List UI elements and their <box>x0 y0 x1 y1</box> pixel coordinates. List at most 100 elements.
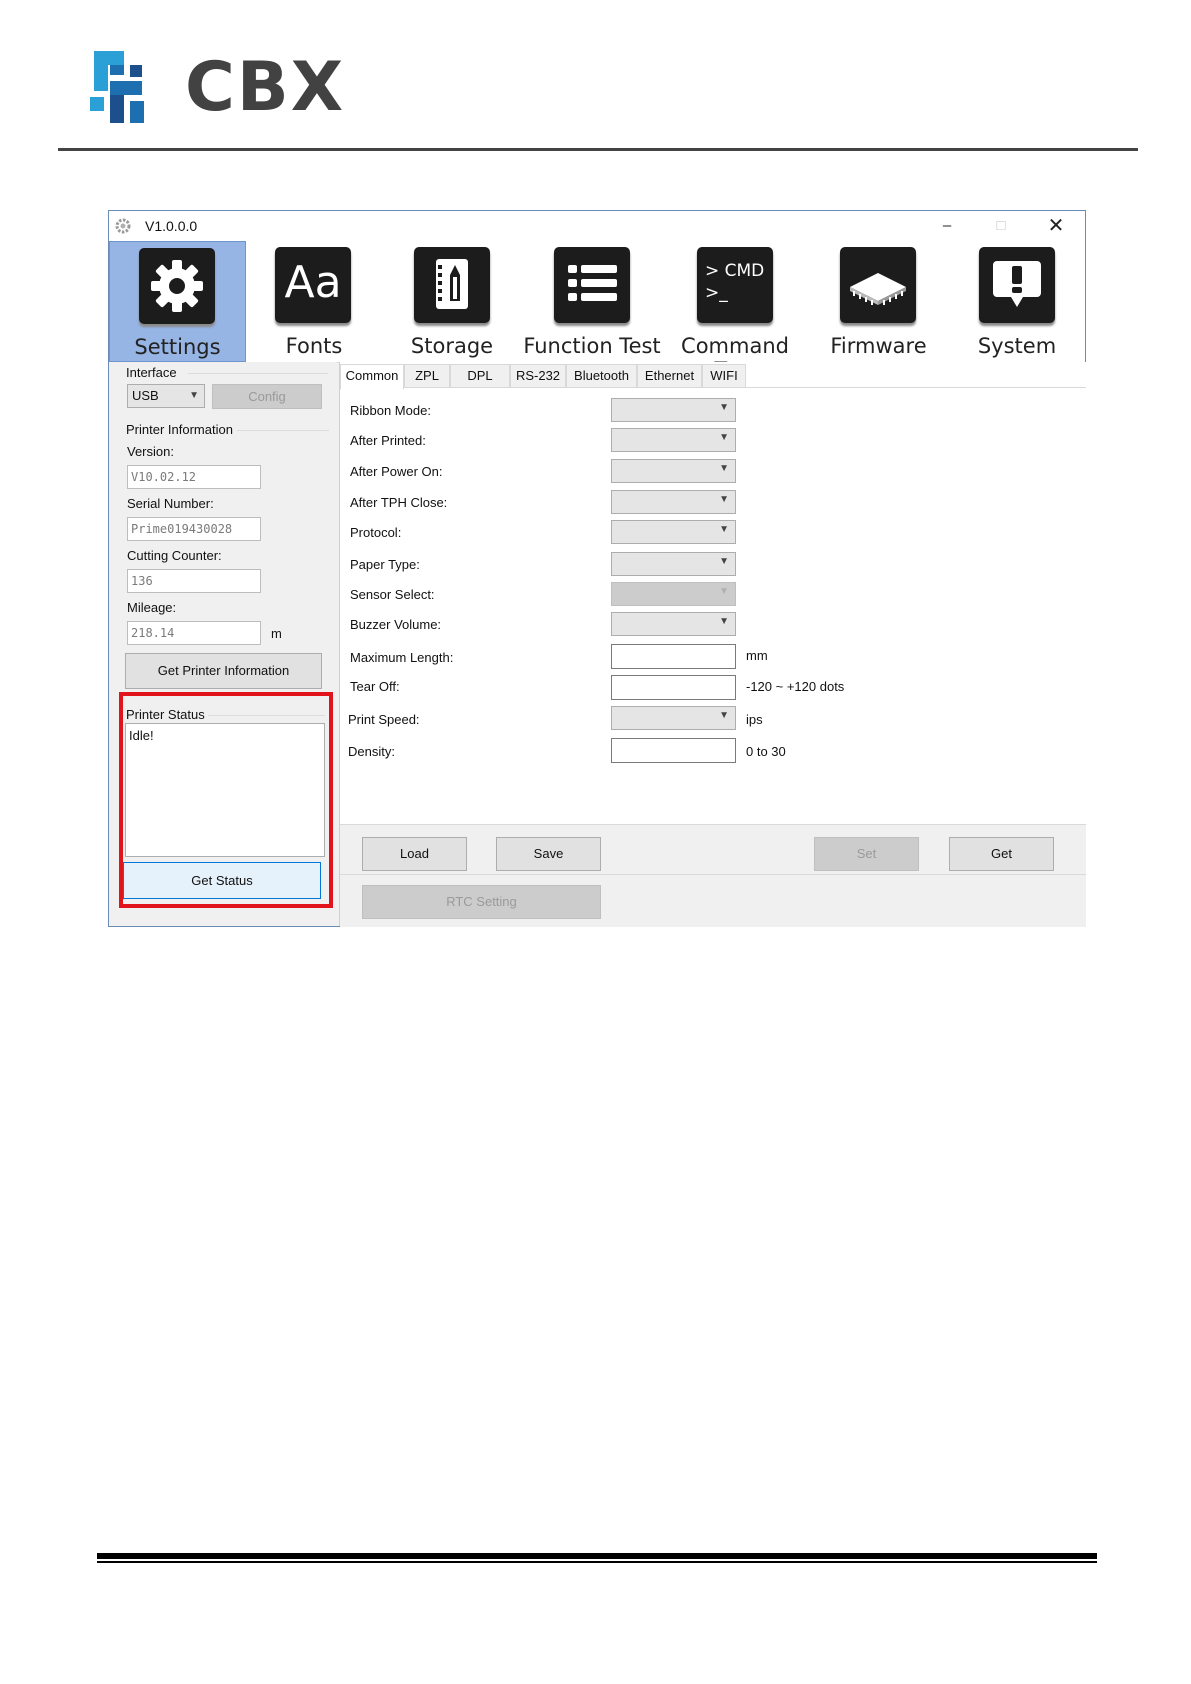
mileage-unit: m <box>271 626 282 641</box>
list-icon <box>554 247 630 323</box>
footer-rule-thin <box>97 1561 1097 1563</box>
density-label: Density: <box>348 744 395 759</box>
density-input[interactable] <box>611 738 736 763</box>
chevron-down-icon: ▼ <box>719 586 729 597</box>
maximize-button[interactable]: □ <box>978 211 1024 241</box>
load-button[interactable]: Load <box>362 837 467 871</box>
print-speed-select[interactable]: ▼ <box>611 706 736 730</box>
toolbar-system-label: System <box>977 334 1057 358</box>
chevron-down-icon: ▼ <box>719 556 729 567</box>
tab-wifi[interactable]: WIFI <box>702 364 746 388</box>
font-glyph: Aa <box>284 257 342 308</box>
version-field[interactable]: V10.02.12 <box>127 465 261 489</box>
config-button[interactable]: Config <box>212 384 322 409</box>
print-speed-label: Print Speed: <box>348 712 420 727</box>
title-bar: V1.0.0.0 – □ ✕ <box>109 211 1085 241</box>
interface-select[interactable]: USB ▼ <box>127 384 205 408</box>
toolbar-firmware[interactable]: Firmware <box>808 241 949 362</box>
serial-number-label: Serial Number: <box>127 496 214 511</box>
get-button[interactable]: Get <box>949 837 1054 871</box>
cmd-glyph-line2: >_ <box>705 283 728 303</box>
toolbar-settings-label: Settings <box>134 335 221 359</box>
tab-bluetooth[interactable]: Bluetooth <box>566 364 637 388</box>
alert-icon <box>979 247 1055 323</box>
after-printed-label: After Printed: <box>350 433 426 448</box>
tear-off-input[interactable] <box>611 675 736 700</box>
chevron-down-icon: ▼ <box>719 432 729 443</box>
ribbon-mode-select[interactable]: ▼ <box>611 398 736 422</box>
toolbar-fonts[interactable]: Aa Fonts <box>246 241 382 362</box>
storage-icon <box>414 247 490 323</box>
protocol-select[interactable]: ▼ <box>611 520 736 544</box>
protocol-label: Protocol: <box>350 525 402 540</box>
gear-icon <box>139 248 215 324</box>
save-button[interactable]: Save <box>496 837 601 871</box>
tab-zpl[interactable]: ZPL <box>404 364 450 388</box>
toolbar-settings[interactable]: Settings <box>109 241 246 362</box>
after-tph-close-select[interactable]: ▼ <box>611 490 736 514</box>
mileage-field[interactable]: 218.14 <box>127 621 261 645</box>
app-window: V1.0.0.0 – □ ✕ Settings Aa Fonts Storage… <box>108 210 1086 927</box>
toolbar-command-test[interactable]: > CMD >_ Command Test <box>662 241 808 382</box>
toolbar-function-test-label: Function Test <box>523 334 661 358</box>
tab-ethernet[interactable]: Ethernet <box>637 364 702 388</box>
interface-group-line <box>188 373 328 374</box>
printer-info-group-line <box>237 430 329 431</box>
buzzer-volume-select[interactable]: ▼ <box>611 612 736 636</box>
toolbar-storage-label: Storage <box>410 334 494 358</box>
serial-number-field[interactable]: Prime019430028 <box>127 517 261 541</box>
after-printed-select[interactable]: ▼ <box>611 428 736 452</box>
header-rule <box>58 148 1138 151</box>
brand-name: CBX <box>185 48 346 127</box>
toolbar-storage[interactable]: Storage <box>382 241 522 362</box>
sensor-select-dropdown[interactable]: ▼ <box>611 582 736 606</box>
maximum-length-input[interactable] <box>611 644 736 669</box>
set-button[interactable]: Set <box>814 837 919 871</box>
font-icon: Aa <box>275 247 351 323</box>
buzzer-volume-label: Buzzer Volume: <box>350 617 442 632</box>
tab-common[interactable]: Common <box>340 364 404 390</box>
chevron-down-icon: ▼ <box>719 710 729 721</box>
paper-type-select[interactable]: ▼ <box>611 552 736 576</box>
maximum-length-label: Maximum Length: <box>350 650 454 665</box>
after-power-on-select[interactable]: ▼ <box>611 459 736 483</box>
left-panel: Interface USB ▼ Config Printer Informati… <box>109 362 337 926</box>
toolbar-function-test[interactable]: Function Test <box>522 241 662 362</box>
settings-panel: Common ZPL DPL RS-232 Bluetooth Ethernet… <box>339 362 1086 927</box>
chevron-down-icon: ▼ <box>719 524 729 535</box>
toolbar-fonts-label: Fonts <box>285 334 343 358</box>
maximum-length-unit: mm <box>746 648 768 663</box>
cutting-counter-label: Cutting Counter: <box>127 548 222 563</box>
main-toolbar: Settings Aa Fonts Storage Function Test … <box>109 241 1085 382</box>
printer-info-label: Printer Information <box>126 422 233 437</box>
interface-select-value: USB <box>132 388 159 403</box>
window-title: V1.0.0.0 <box>145 218 198 234</box>
minimize-button[interactable]: – <box>924 211 970 241</box>
density-range: 0 to 30 <box>746 744 786 759</box>
chevron-down-icon: ▼ <box>719 463 729 474</box>
tab-rs232[interactable]: RS-232 <box>510 364 566 388</box>
chevron-down-icon: ▼ <box>719 402 729 413</box>
chevron-down-icon: ▼ <box>189 390 199 401</box>
tab-bar-line <box>404 387 1086 388</box>
after-power-on-label: After Power On: <box>350 464 443 479</box>
tear-off-label: Tear Off: <box>350 679 400 694</box>
paper-type-label: Paper Type: <box>350 557 420 572</box>
cmd-glyph-line1: > CMD <box>705 261 765 281</box>
highlight-box <box>119 692 333 908</box>
after-tph-close-label: After TPH Close: <box>350 495 448 510</box>
print-speed-unit: ips <box>746 712 763 727</box>
chevron-down-icon: ▼ <box>719 494 729 505</box>
toolbar-system[interactable]: System <box>949 241 1085 362</box>
version-label: Version: <box>127 444 174 459</box>
get-printer-info-button[interactable]: Get Printer Information <box>125 653 322 689</box>
cutting-counter-field[interactable]: 136 <box>127 569 261 593</box>
tab-dpl[interactable]: DPL <box>450 364 510 388</box>
mileage-label: Mileage: <box>127 600 177 615</box>
rtc-setting-button[interactable]: RTC Setting <box>362 885 601 919</box>
chevron-down-icon: ▼ <box>719 616 729 627</box>
close-button[interactable]: ✕ <box>1033 211 1079 241</box>
footer-rule <box>97 1553 1097 1559</box>
app-gear-icon <box>115 218 131 234</box>
cmd-icon: > CMD >_ <box>697 247 773 323</box>
